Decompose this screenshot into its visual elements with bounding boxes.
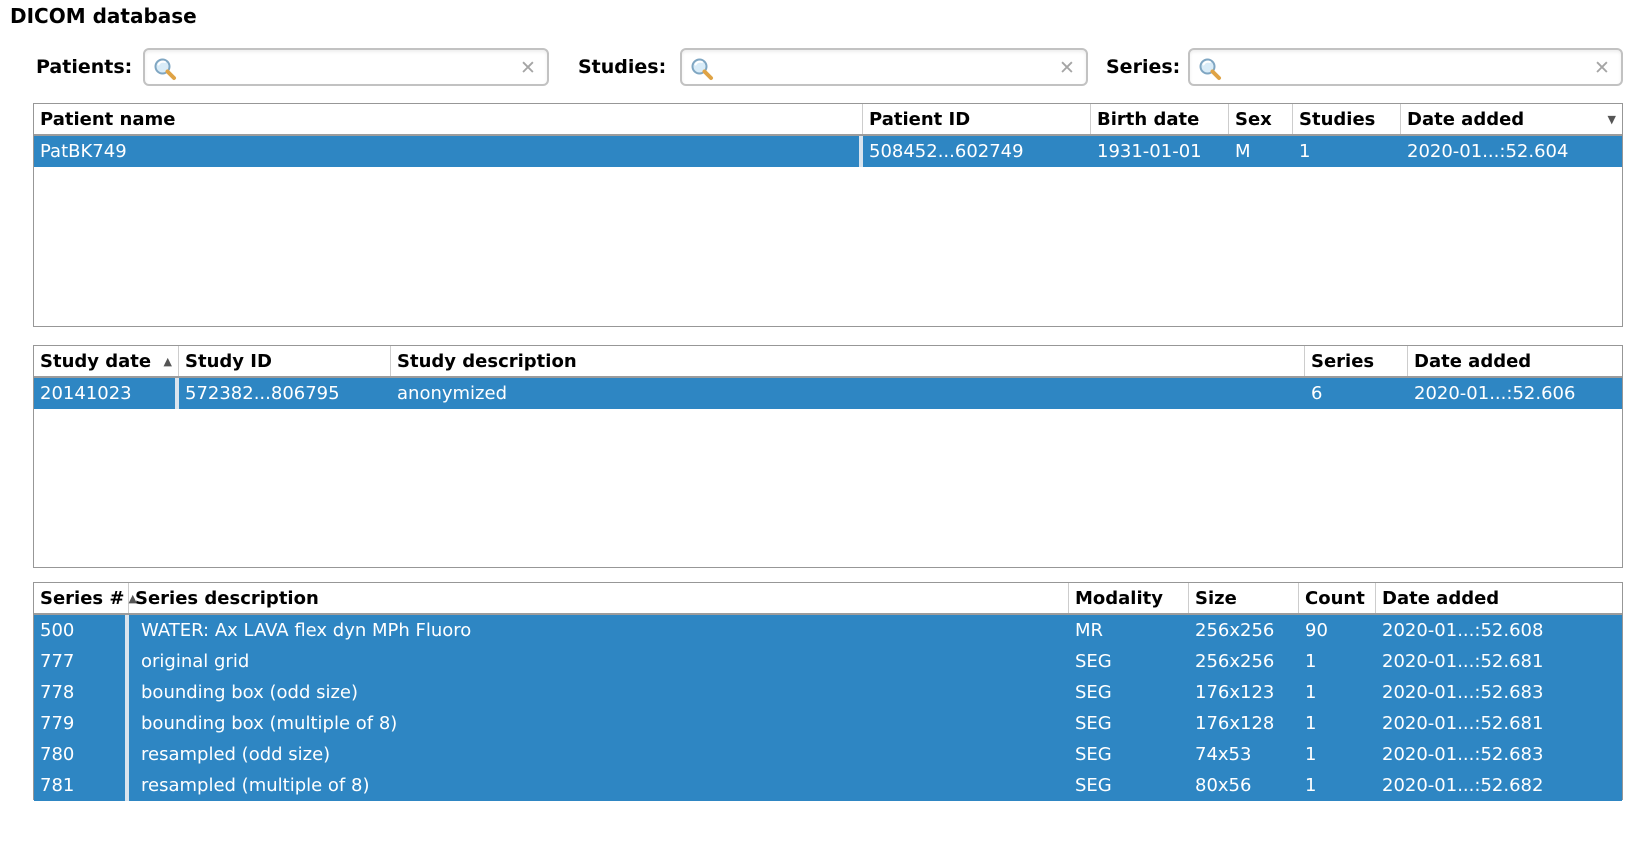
size-cell[interactable]: 256x256 [1189,646,1299,677]
patient-row[interactable]: PatBK749 508452...602749 1931-01-01 M 1 … [34,136,1622,167]
studies-search-box: ✕ [680,48,1088,86]
column-header-date-added[interactable]: Date added ▼ [1401,104,1622,134]
series-number-cell[interactable]: 778 [34,677,129,708]
count-cell[interactable]: 1 [1299,770,1376,801]
search-icon [1199,58,1221,80]
study-description-cell[interactable]: anonymized [391,378,1305,409]
modality-cell[interactable]: SEG [1069,739,1189,770]
date-added-cell[interactable]: 2020-01...:52.683 [1376,677,1622,708]
clear-icon[interactable]: ✕ [517,58,539,80]
study-date-cell[interactable]: 20141023 [34,378,179,409]
studies-table: Study date ▲ Study ID Study description … [33,345,1623,568]
column-header-birth-date[interactable]: Birth date [1091,104,1229,134]
patients-table-header: Patient name Patient ID Birth date Sex S… [34,104,1622,136]
column-header-series-number[interactable]: Series # ▲ [34,583,137,613]
study-id-cell[interactable]: 572382...806795 [179,378,391,409]
series-table: Series # ▲ Series description Modality S… [33,582,1623,801]
series-row[interactable]: 500 WATER: Ax LAVA flex dyn MPh Fluoro M… [34,615,1622,646]
size-cell[interactable]: 256x256 [1189,615,1299,646]
modality-cell[interactable]: SEG [1069,770,1189,801]
column-header-studies[interactable]: Studies [1293,104,1401,134]
series-row[interactable]: 777 original grid SEG 256x256 1 2020-01.… [34,646,1622,677]
date-added-cell[interactable]: 2020-01...:52.608 [1376,615,1622,646]
date-added-cell[interactable]: 2020-01...:52.681 [1376,646,1622,677]
modality-cell[interactable]: SEG [1069,677,1189,708]
column-header-date-added[interactable]: Date added [1376,583,1622,613]
column-header-study-description[interactable]: Study description [391,346,1305,376]
series-description-cell[interactable]: original grid [129,646,1069,677]
series-search-box: ✕ [1188,48,1623,86]
series-row[interactable]: 779 bounding box (multiple of 8) SEG 176… [34,708,1622,739]
column-header-series-description[interactable]: Series description [129,583,1069,613]
series-description-cell[interactable]: resampled (odd size) [129,739,1069,770]
series-description-cell[interactable]: WATER: Ax LAVA flex dyn MPh Fluoro [129,615,1069,646]
column-header-modality[interactable]: Modality [1069,583,1189,613]
date-added-cell[interactable]: 2020-01...:52.604 [1401,136,1622,167]
count-cell[interactable]: 1 [1299,646,1376,677]
column-header-date-added[interactable]: Date added [1408,346,1622,376]
sort-descending-icon: ▼ [1607,112,1616,126]
column-header-study-date[interactable]: Study date ▲ [34,346,179,376]
patient-id-cell[interactable]: 508452...602749 [863,136,1091,167]
date-added-cell[interactable]: 2020-01...:52.681 [1376,708,1622,739]
clear-icon[interactable]: ✕ [1056,58,1078,80]
patients-search-box: ✕ [143,48,549,86]
column-header-count[interactable]: Count [1299,583,1376,613]
size-cell[interactable]: 74x53 [1189,739,1299,770]
series-number-cell[interactable]: 777 [34,646,129,677]
size-cell[interactable]: 80x56 [1189,770,1299,801]
series-row[interactable]: 778 bounding box (odd size) SEG 176x123 … [34,677,1622,708]
modality-cell[interactable]: SEG [1069,646,1189,677]
series-search-input[interactable] [1228,52,1583,84]
search-icon [154,58,176,80]
count-cell[interactable]: 1 [1299,708,1376,739]
series-number-cell[interactable]: 500 [34,615,129,646]
series-table-header: Series # ▲ Series description Modality S… [34,583,1622,615]
series-number-cell[interactable]: 779 [34,708,129,739]
patients-filter-label: Patients: [36,56,133,78]
date-added-cell[interactable]: 2020-01...:52.683 [1376,739,1622,770]
series-row[interactable]: 781 resampled (multiple of 8) SEG 80x56 … [34,770,1622,801]
series-number-cell[interactable]: 780 [34,739,129,770]
column-header-series[interactable]: Series [1305,346,1408,376]
series-description-cell[interactable]: bounding box (multiple of 8) [129,708,1069,739]
size-cell[interactable]: 176x123 [1189,677,1299,708]
studies-count-cell[interactable]: 1 [1293,136,1401,167]
study-row[interactable]: 20141023 572382...806795 anonymized 6 20… [34,378,1622,409]
count-cell[interactable]: 1 [1299,677,1376,708]
studies-search-input[interactable] [720,52,1048,84]
size-cell[interactable]: 176x128 [1189,708,1299,739]
count-cell[interactable]: 1 [1299,739,1376,770]
series-filter-label: Series: [1106,56,1181,78]
series-count-cell[interactable]: 6 [1305,378,1408,409]
clear-icon[interactable]: ✕ [1591,58,1613,80]
studies-table-header: Study date ▲ Study ID Study description … [34,346,1622,378]
series-row[interactable]: 780 resampled (odd size) SEG 74x53 1 202… [34,739,1622,770]
search-icon [691,58,713,80]
modality-cell[interactable]: SEG [1069,708,1189,739]
series-description-cell[interactable]: resampled (multiple of 8) [129,770,1069,801]
date-added-cell[interactable]: 2020-01...:52.606 [1408,378,1622,409]
column-header-sex[interactable]: Sex [1229,104,1293,134]
column-header-patient-name[interactable]: Patient name [34,104,863,134]
date-added-cell[interactable]: 2020-01...:52.682 [1376,770,1622,801]
series-number-cell[interactable]: 781 [34,770,129,801]
modality-cell[interactable]: MR [1069,615,1189,646]
sort-ascending-icon: ▲ [163,354,172,368]
series-description-cell[interactable]: bounding box (odd size) [129,677,1069,708]
page-title: DICOM database [10,4,197,28]
sex-cell[interactable]: M [1229,136,1293,167]
birth-date-cell[interactable]: 1931-01-01 [1091,136,1229,167]
studies-filter-label: Studies: [578,56,667,78]
column-header-size[interactable]: Size [1189,583,1299,613]
patients-table: Patient name Patient ID Birth date Sex S… [33,103,1623,327]
patients-search-input[interactable] [183,52,509,84]
patient-name-cell[interactable]: PatBK749 [34,136,863,167]
count-cell[interactable]: 90 [1299,615,1376,646]
column-header-patient-id[interactable]: Patient ID [863,104,1091,134]
column-header-study-id[interactable]: Study ID [179,346,391,376]
